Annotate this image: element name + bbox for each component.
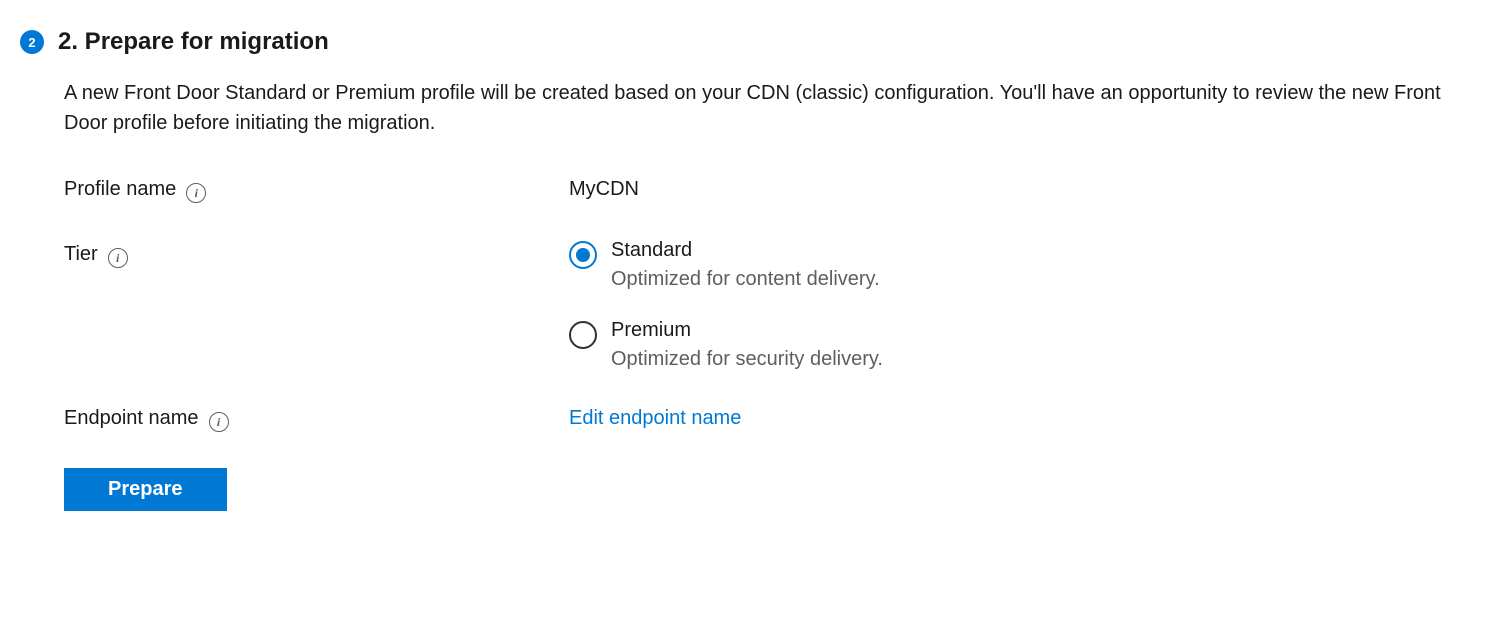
radio-selected-icon [569,241,597,269]
info-icon[interactable]: i [186,183,206,203]
form-section: Profile name i MyCDN Tier i Standard Opt… [64,178,1486,432]
tier-value-col: Standard Optimized for content delivery.… [569,239,1486,371]
endpoint-name-label: Endpoint name [64,407,199,430]
info-icon[interactable]: i [209,412,229,432]
tier-label-col: Tier i [64,239,569,371]
tier-label: Tier [64,243,98,266]
tier-row: Tier i Standard Optimized for content de… [64,239,1486,371]
step-header: 2 2. Prepare for migration [20,28,1486,56]
profile-name-label-col: Profile name i [64,178,569,203]
radio-text: Standard Optimized for content delivery. [611,239,880,291]
info-icon[interactable]: i [108,248,128,268]
profile-name-row: Profile name i MyCDN [64,178,1486,203]
endpoint-name-row: Endpoint name i Edit endpoint name [64,407,1486,432]
tier-standard-description: Optimized for content delivery. [611,268,880,291]
tier-radio-group: Standard Optimized for content delivery.… [569,239,1486,371]
endpoint-name-value-col: Edit endpoint name [569,407,1486,432]
tier-option-premium[interactable]: Premium Optimized for security delivery. [569,319,1486,371]
endpoint-name-label-col: Endpoint name i [64,407,569,432]
profile-name-label: Profile name [64,178,176,201]
step-number-badge: 2 [20,30,44,54]
step-description: A new Front Door Standard or Premium pro… [64,78,1464,138]
prepare-button[interactable]: Prepare [64,468,227,511]
tier-premium-description: Optimized for security delivery. [611,348,883,371]
tier-standard-label: Standard [611,239,880,262]
edit-endpoint-name-link[interactable]: Edit endpoint name [569,407,741,429]
tier-premium-label: Premium [611,319,883,342]
step-title: 2. Prepare for migration [58,28,329,56]
radio-unselected-icon [569,321,597,349]
profile-name-value: MyCDN [569,178,1486,203]
tier-option-standard[interactable]: Standard Optimized for content delivery. [569,239,1486,291]
radio-text: Premium Optimized for security delivery. [611,319,883,371]
